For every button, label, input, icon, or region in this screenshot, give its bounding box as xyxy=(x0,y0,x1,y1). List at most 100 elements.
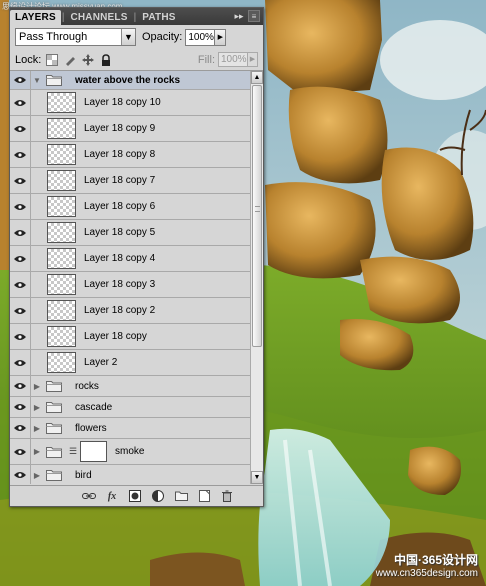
disclosure-closed-icon[interactable]: ▶ xyxy=(31,424,43,433)
tab-channels[interactable]: CHANNELS xyxy=(65,10,132,25)
group-name[interactable]: flowers xyxy=(75,423,107,434)
visibility-eye-icon[interactable] xyxy=(10,418,31,438)
collapse-panel-icon[interactable]: ▸▸ xyxy=(233,10,245,22)
lock-fill-row: Lock: Fill: 100% ▶ xyxy=(10,49,263,71)
layer-row[interactable]: Layer 18 copy 9 xyxy=(10,116,251,142)
layer-name[interactable]: Layer 18 copy 4 xyxy=(84,253,155,264)
bottom-watermark: 中国·365设计网 www.cn365design.com xyxy=(376,554,478,580)
visibility-eye-icon[interactable] xyxy=(10,439,31,464)
layers-panel: LAYERS | CHANNELS | PATHS ▸▸ ≡ Pass Thro… xyxy=(9,7,264,507)
disclosure-open-icon[interactable]: ▼ xyxy=(31,76,43,85)
fill-slider-arrow-icon[interactable]: ▶ xyxy=(248,52,258,67)
visibility-eye-icon[interactable] xyxy=(10,350,31,375)
lock-transparency-icon[interactable] xyxy=(46,53,59,66)
group-name[interactable]: rocks xyxy=(75,381,99,392)
layer-row[interactable]: Layer 18 copy 4 xyxy=(10,246,251,272)
layer-name[interactable]: Layer 18 copy xyxy=(84,331,147,342)
layer-row[interactable]: Layer 18 copy 5 xyxy=(10,220,251,246)
watermark-cn: 中国·365设计网 xyxy=(393,553,478,567)
adjustment-layer-icon[interactable] xyxy=(151,489,165,503)
fx-icon[interactable]: fx xyxy=(105,489,119,503)
layer-name[interactable]: Layer 18 copy 2 xyxy=(84,305,155,316)
opacity-input[interactable]: 100% xyxy=(185,28,216,46)
add-mask-icon[interactable] xyxy=(128,489,142,503)
folder-icon xyxy=(46,422,62,434)
tab-paths[interactable]: PATHS xyxy=(137,10,180,25)
group-row[interactable]: ▶ rocks xyxy=(10,376,251,397)
layer-thumbnail xyxy=(47,92,76,113)
layer-row[interactable]: Layer 18 copy xyxy=(10,324,251,350)
disclosure-closed-icon[interactable]: ▶ xyxy=(31,403,43,412)
fill-input[interactable]: 100% xyxy=(218,52,248,67)
layer-name[interactable]: Layer 18 copy 9 xyxy=(84,123,155,134)
layer-row[interactable]: Layer 18 copy 8 xyxy=(10,142,251,168)
visibility-eye-icon[interactable] xyxy=(10,246,31,271)
layer-thumbnail xyxy=(47,222,76,243)
new-group-icon[interactable] xyxy=(174,489,188,503)
group-row[interactable]: ▶ cascade xyxy=(10,397,251,418)
scroll-down-icon[interactable]: ▼ xyxy=(251,471,263,484)
group-name[interactable]: bird xyxy=(75,470,92,481)
group-name[interactable]: smoke xyxy=(115,446,144,457)
visibility-eye-icon[interactable] xyxy=(10,194,31,219)
lock-all-icon[interactable] xyxy=(100,53,112,66)
layer-name[interactable]: Layer 18 copy 3 xyxy=(84,279,155,290)
visibility-eye-icon[interactable] xyxy=(10,142,31,167)
watermark-url: www.cn365design.com xyxy=(375,568,478,579)
layer-name[interactable]: Layer 18 copy 8 xyxy=(84,149,155,160)
layer-mask-thumbnail[interactable] xyxy=(80,441,107,462)
chain-link-icon[interactable]: ☰ xyxy=(69,446,77,457)
folder-icon xyxy=(46,380,62,392)
disclosure-closed-icon[interactable]: ▶ xyxy=(31,447,43,456)
layer-row[interactable]: Layer 18 copy 3 xyxy=(10,272,251,298)
chevron-down-icon[interactable]: ▼ xyxy=(121,29,135,45)
layer-row[interactable]: Layer 2 xyxy=(10,350,251,376)
layer-row[interactable]: Layer 18 copy 7 xyxy=(10,168,251,194)
fill-label: Fill: xyxy=(197,53,215,66)
layer-name[interactable]: Layer 2 xyxy=(84,357,117,368)
trash-icon[interactable] xyxy=(220,489,234,503)
layer-name[interactable]: Layer 18 copy 10 xyxy=(84,97,161,108)
visibility-eye-icon[interactable] xyxy=(10,90,31,115)
group-row[interactable]: ▶ ☰ smoke xyxy=(10,439,251,465)
folder-icon xyxy=(46,446,62,458)
layer-name[interactable]: Layer 18 copy 6 xyxy=(84,201,155,212)
scrollbar-thumb[interactable] xyxy=(252,85,262,347)
disclosure-closed-icon[interactable]: ▶ xyxy=(31,382,43,391)
visibility-eye-icon[interactable] xyxy=(10,324,31,349)
visibility-eye-icon[interactable] xyxy=(10,298,31,323)
new-layer-icon[interactable] xyxy=(197,489,211,503)
visibility-eye-icon[interactable] xyxy=(10,376,31,396)
visibility-eye-icon[interactable] xyxy=(10,397,31,417)
group-row[interactable]: ▶ bird xyxy=(10,465,251,484)
layer-thumbnail xyxy=(47,196,76,217)
visibility-eye-icon[interactable] xyxy=(10,71,31,89)
tab-layers[interactable]: LAYERS xyxy=(10,10,61,25)
layer-name[interactable]: Layer 18 copy 5 xyxy=(84,227,155,238)
visibility-eye-icon[interactable] xyxy=(10,116,31,141)
link-layers-icon[interactable] xyxy=(82,489,96,503)
disclosure-closed-icon[interactable]: ▶ xyxy=(31,471,43,480)
layer-row[interactable]: Layer 18 copy 10 xyxy=(10,90,251,116)
visibility-eye-icon[interactable] xyxy=(10,220,31,245)
layers-scrollbar[interactable]: ▲ ▼ xyxy=(250,71,263,484)
opacity-slider-arrow-icon[interactable]: ▶ xyxy=(215,28,227,46)
folder-icon xyxy=(46,401,62,413)
blend-mode-select[interactable]: Pass Through ▼ xyxy=(15,28,136,46)
layer-name[interactable]: Layer 18 copy 7 xyxy=(84,175,155,186)
layer-row[interactable]: Layer 18 copy 6 xyxy=(10,194,251,220)
visibility-eye-icon[interactable] xyxy=(10,272,31,297)
visibility-eye-icon[interactable] xyxy=(10,168,31,193)
lock-pixels-icon[interactable] xyxy=(64,54,76,66)
group-name[interactable]: cascade xyxy=(75,402,112,413)
group-row[interactable]: ▶ flowers xyxy=(10,418,251,439)
scroll-up-icon[interactable]: ▲ xyxy=(251,71,263,84)
group-row[interactable]: ▼ water above the rocks xyxy=(10,71,251,90)
layer-thumbnail xyxy=(47,274,76,295)
lock-position-icon[interactable] xyxy=(82,53,95,66)
panel-menu-icon[interactable]: ≡ xyxy=(248,10,260,22)
folder-icon xyxy=(46,469,62,481)
group-name[interactable]: water above the rocks xyxy=(75,75,180,86)
layer-row[interactable]: Layer 18 copy 2 xyxy=(10,298,251,324)
visibility-eye-icon[interactable] xyxy=(10,465,31,484)
